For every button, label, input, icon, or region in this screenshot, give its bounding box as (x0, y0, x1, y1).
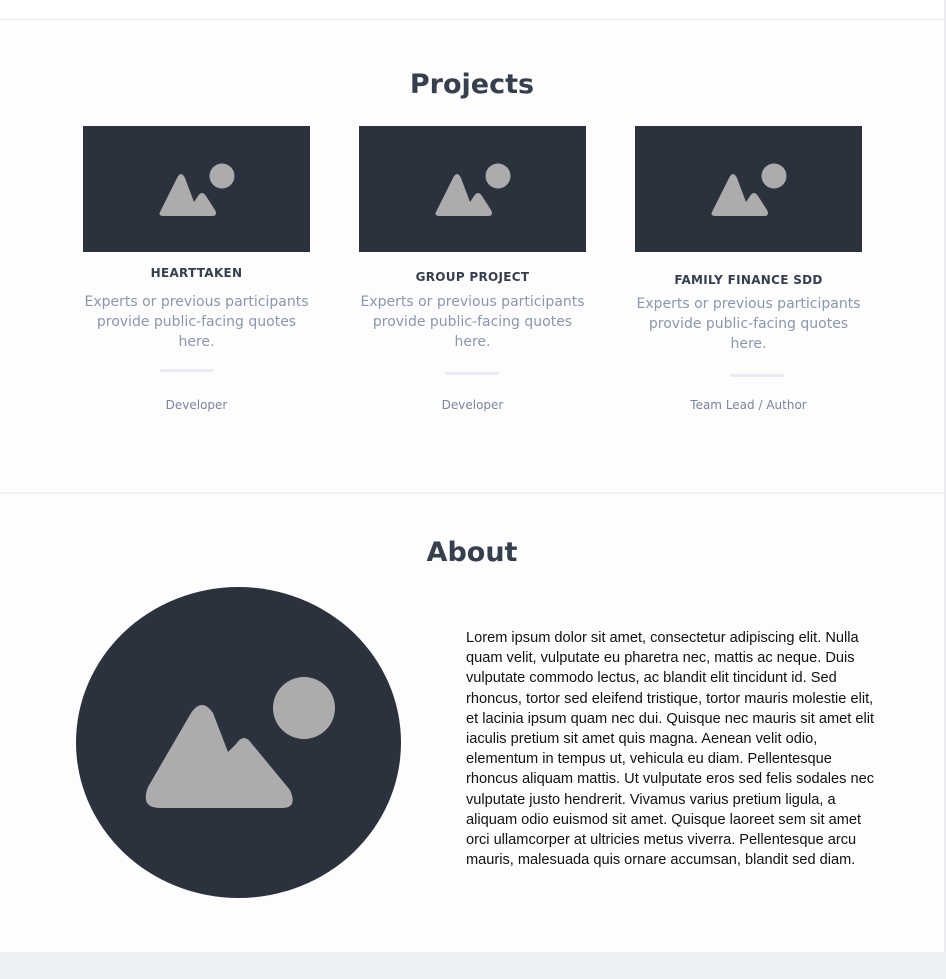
project-card-family-finance-sdd[interactable]: FAMILY FINANCE SDD Experts or previous p… (635, 126, 862, 426)
projects-heading: Projects (409, 69, 535, 100)
image-placeholder-icon (145, 677, 335, 808)
project-card-description: Experts or previous participants provide… (359, 292, 586, 352)
project-card-image (359, 126, 586, 252)
description-line: here. (454, 334, 491, 350)
project-card-hearttaken[interactable]: HEARTTAKEN Experts or previous participa… (83, 126, 310, 426)
description-line: provide public-facing quotes (96, 314, 297, 330)
paragraph-line: vulputate commodo lectus, ac blandit eli… (466, 670, 837, 687)
project-card-title: GROUP PROJECT (415, 270, 530, 284)
paragraph-line: aliquam odio euismod sit amet. Quisque l… (466, 811, 862, 828)
description-line: here. (178, 334, 215, 350)
image-placeholder-icon (435, 163, 511, 216)
project-card-image (635, 126, 862, 252)
description-line: here. (730, 336, 767, 352)
project-card-group-project[interactable]: GROUP PROJECT Experts or previous partic… (359, 126, 586, 426)
about-paragraph: Lorem ipsum dolor sit amet, consectetur … (466, 628, 911, 870)
section-divider (0, 492, 944, 494)
paragraph-line: rhoncus aliquam mattis. Ut vulputate ero… (466, 771, 875, 788)
paragraph-line: rhoncus, tortor sed eleifend tristique, … (466, 690, 874, 707)
image-placeholder-icon (159, 163, 235, 216)
paragraph-line: orci ullamcorper at ultricies metus vive… (466, 832, 857, 849)
about-avatar (76, 587, 401, 898)
paragraph-line: elementum in tempus ut, vehicula eu diam… (466, 751, 832, 768)
card-divider (730, 374, 784, 377)
card-divider (445, 372, 499, 375)
top-header-strip (0, 0, 946, 20)
paragraph-line: iaculis pretium sit amet quis magna. Aen… (466, 731, 818, 748)
description-line: provide public-facing quotes (372, 314, 573, 330)
project-card-title: HEARTTAKEN (150, 266, 243, 280)
image-placeholder-icon (711, 163, 787, 216)
project-card-role: Team Lead / Author (690, 398, 807, 412)
project-card-title: FAMILY FINANCE SDD (674, 273, 823, 287)
paragraph-line: Lorem ipsum dolor sit amet, consectetur … (466, 630, 859, 646)
paragraph-line: et lacinia ipsum quam nec dui. Quisque n… (466, 710, 875, 727)
project-card-role: Developer (165, 398, 228, 412)
project-card-role: Developer (441, 398, 504, 412)
paragraph-line: vulputate justo hendrerit. Vivamus variu… (466, 791, 836, 808)
project-card-image (83, 126, 310, 252)
project-card-description: Experts or previous participants provide… (635, 294, 862, 354)
footer-strip (0, 952, 946, 979)
about-heading: About (426, 537, 518, 568)
project-card-description: Experts or previous participants provide… (83, 292, 310, 352)
description-line: provide public-facing quotes (648, 316, 849, 332)
description-line: Experts or previous participants (360, 294, 585, 310)
description-line: Experts or previous participants (636, 296, 861, 312)
card-divider (160, 369, 214, 372)
paragraph-line: quam velit, vulputate eu pharetra nec, m… (466, 650, 855, 667)
paragraph-line: mauris, malesuada quis ornare accumsan, … (466, 852, 856, 869)
description-line: Experts or previous participants (84, 294, 309, 310)
